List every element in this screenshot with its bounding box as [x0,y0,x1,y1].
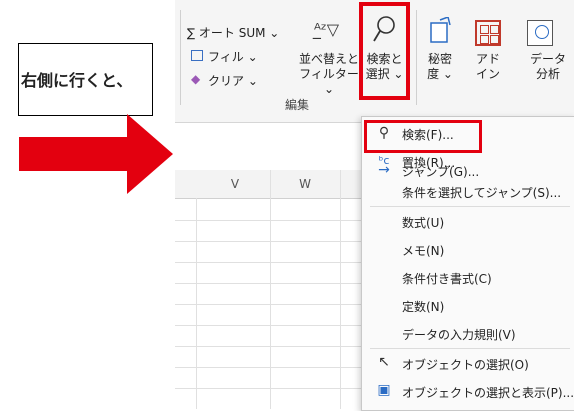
grid-line [175,346,361,347]
ribbon-divider [180,10,181,105]
red-arrow-shaft [19,137,127,171]
red-arrow-head [127,114,173,194]
eraser-icon: ◆ [191,72,201,86]
addins-icon [475,20,501,46]
menu-separator [370,206,570,207]
analyze-data-button[interactable]: データ 分析 [524,52,572,82]
analyze-data-icon [527,20,553,46]
grid-line [175,325,361,326]
fill-icon [191,50,203,61]
find-select-label-1: 検索と [366,52,403,66]
replace-highlight-box-top [364,120,482,153]
sort-filter-label-1: 並べ替えと [298,52,359,66]
autosum-button[interactable]: ∑ オート SUM ⌄ [187,24,279,41]
sort-filter-label-2: フィルター ⌄ [299,67,359,96]
menu-item-formulas[interactable]: 数式(U) [402,214,444,231]
menu-item-goto-special[interactable]: 条件を選択してジャンプ(S)... [402,184,561,201]
analyze-label-1: データ [529,52,566,66]
column-header-v[interactable]: V [200,177,270,191]
menu-item-constants[interactable]: 定数(N) [402,298,444,315]
sensitivity-label-2: 度 ⌄ [427,67,453,81]
analyze-label-2: 分析 [535,67,560,81]
grid-line [175,283,361,284]
magnifier-icon [372,15,396,45]
grid-line [175,241,361,242]
find-select-button[interactable]: 検索と 選択 ⌄ [362,52,407,82]
spreadsheet-grid[interactable] [175,170,385,409]
sensitivity-label-1: 秘密 [427,52,452,66]
find-select-label-2: 選択 ⌄ [365,67,404,81]
menu-item-selection-pane[interactable]: オブジェクトの選択と表示(P)... [402,384,574,401]
menu-separator [370,348,570,349]
grid-line [340,170,341,409]
menu-item-notes[interactable]: メモ(N) [402,242,444,259]
menu-item-goto[interactable]: ジャンプ(G)... [402,163,479,180]
grid-line [175,304,361,305]
menu-item-data-validation[interactable]: データの入力規則(V) [402,326,516,343]
sensitivity-button[interactable]: 秘密 度 ⌄ [420,52,460,82]
arrow-right-icon: → [378,162,390,178]
fill-button[interactable]: フィル ⌄ [208,48,258,65]
cursor-arrow-icon: ↖ [378,354,390,370]
editing-group-label: 編集 [285,98,310,112]
addins-label-2: イン [475,67,500,81]
grid-line [175,367,361,368]
column-header-w[interactable]: W [270,177,340,191]
grid-line [175,262,361,263]
grid-line [175,388,361,389]
ribbon-divider [416,10,417,105]
menu-item-conditional-formatting[interactable]: 条件付き書式(C) [402,270,492,287]
sort-filter-button[interactable]: 並べ替えと フィルター ⌄ [298,52,360,97]
clear-button[interactable]: クリア ⌄ [208,72,258,89]
selection-pane-icon: ▣ [377,382,391,398]
grid-line [270,170,271,409]
callout-text-box: 右側に行くと、 [18,43,153,116]
addins-label-1: アド [475,52,500,66]
sort-filter-icon: ᴬ̲ᶻ▽ [314,20,340,39]
menu-item-select-objects[interactable]: オブジェクトの選択(O) [402,356,529,373]
addins-button[interactable]: アド イン [468,52,508,82]
sensitivity-icon [428,16,452,45]
grid-line [175,220,361,221]
